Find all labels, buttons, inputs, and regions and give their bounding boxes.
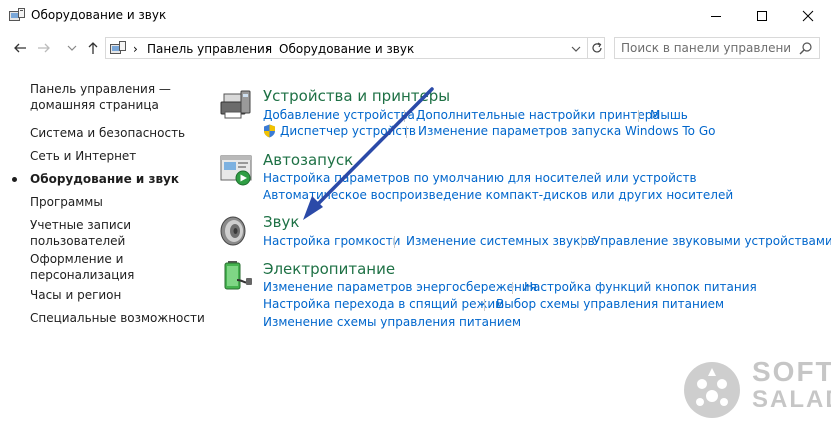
sidebar-accounts-line2: пользователей bbox=[30, 234, 126, 248]
link-mouse[interactable]: Мышь bbox=[650, 108, 688, 122]
recent-locations-button[interactable] bbox=[63, 39, 81, 57]
link-separator bbox=[638, 110, 639, 122]
link-separator bbox=[581, 236, 582, 248]
link-adjust-volume[interactable]: Настройка громкости bbox=[263, 234, 400, 248]
search-icon[interactable] bbox=[799, 42, 812, 55]
link-autoplay-discs[interactable]: Автоматическое воспроизведение компакт-д… bbox=[263, 188, 733, 202]
up-button[interactable] bbox=[84, 39, 102, 57]
title-bar: Оборудование и звук bbox=[0, 0, 831, 31]
link-autoplay-defaults[interactable]: Настройка параметров по умолчанию для но… bbox=[263, 171, 697, 185]
link-separator bbox=[394, 236, 395, 248]
sidebar-item-security[interactable]: Система и безопасность bbox=[30, 125, 185, 141]
arrow-left-icon bbox=[14, 43, 26, 53]
breadcrumb-separator-2[interactable]: › bbox=[265, 42, 270, 56]
watermark-soft: SOFT bbox=[752, 356, 831, 387]
sidebar-item-clock-region[interactable]: Часы и регион bbox=[30, 287, 121, 303]
link-printer-settings[interactable]: Дополнительные настройки принтера bbox=[416, 108, 660, 122]
sidebar-item-programs[interactable]: Программы bbox=[30, 194, 103, 210]
refresh-icon[interactable] bbox=[590, 41, 604, 55]
autoplay-icon[interactable] bbox=[219, 153, 253, 187]
search-input[interactable] bbox=[621, 40, 791, 56]
link-windows-to-go[interactable]: Изменение параметров запуска Windows To … bbox=[418, 124, 715, 138]
link-system-sounds[interactable]: Изменение системных звуков bbox=[406, 234, 595, 248]
category-devices-title[interactable]: Устройства и принтеры bbox=[263, 87, 450, 105]
arrow-right-icon bbox=[38, 43, 50, 53]
softsalad-logo-icon bbox=[684, 362, 740, 418]
sidebar-item-appearance[interactable]: Оформление и персонализация bbox=[30, 251, 134, 283]
control-panel-icon bbox=[9, 8, 25, 21]
sidebar-item-network[interactable]: Сеть и Интернет bbox=[30, 148, 136, 164]
address-bar[interactable]: › Панель управления › Оборудование и зву… bbox=[105, 37, 605, 59]
sidebar-accounts-line1: Учетные записи bbox=[30, 218, 132, 232]
close-icon bbox=[802, 10, 814, 21]
forward-button[interactable] bbox=[35, 39, 53, 57]
link-edit-power-plan[interactable]: Изменение схемы управления питанием bbox=[263, 315, 521, 329]
watermark-salad: SALAD bbox=[752, 386, 831, 413]
link-sleep-settings[interactable]: Настройка перехода в спящий режим bbox=[263, 297, 504, 311]
sidebar-item-accounts[interactable]: Учетные записи пользователей bbox=[30, 217, 131, 249]
sidebar-home-link[interactable]: Панель управления — домашняя страница bbox=[30, 81, 171, 113]
power-options-icon[interactable] bbox=[219, 258, 253, 292]
category-autoplay-title[interactable]: Автозапуск bbox=[263, 151, 353, 169]
link-device-manager[interactable]: Диспетчер устройств bbox=[280, 124, 416, 138]
softsalad-watermark: SOFT SALAD bbox=[672, 350, 831, 420]
arrow-up-icon bbox=[88, 42, 98, 54]
sidebar-home-line2: домашняя страница bbox=[30, 98, 159, 112]
link-choose-power-plan[interactable]: Выбор схемы управления питанием bbox=[496, 297, 724, 311]
chevron-down-icon bbox=[67, 45, 77, 51]
search-box[interactable] bbox=[614, 37, 820, 59]
sidebar-home-line1: Панель управления — bbox=[30, 82, 171, 96]
speaker-icon[interactable] bbox=[219, 214, 253, 248]
maximize-icon bbox=[757, 10, 767, 21]
window-title: Оборудование и звук bbox=[31, 8, 167, 22]
address-divider bbox=[587, 38, 588, 58]
sidebar-item-accessibility[interactable]: Специальные возможности bbox=[30, 310, 205, 326]
address-dropdown-icon[interactable] bbox=[571, 44, 581, 54]
breadcrumb-control-panel[interactable]: Панель управления bbox=[147, 42, 272, 56]
category-sound-title[interactable]: Звук bbox=[263, 213, 299, 231]
link-separator bbox=[484, 299, 485, 311]
link-sound-devices[interactable]: Управление звуковыми устройствами bbox=[593, 234, 831, 248]
sidebar-appearance-line1: Оформление и bbox=[30, 252, 124, 266]
link-separator bbox=[512, 282, 513, 294]
current-page-bullet bbox=[12, 177, 17, 182]
back-button[interactable] bbox=[11, 39, 29, 57]
control-panel-small-icon bbox=[110, 41, 126, 54]
maximize-button[interactable] bbox=[739, 0, 785, 31]
minimize-button[interactable] bbox=[693, 0, 739, 31]
printer-icon[interactable] bbox=[219, 88, 253, 122]
minimize-icon bbox=[711, 15, 721, 17]
link-power-saving[interactable]: Изменение параметров энергосбережения bbox=[263, 280, 537, 294]
breadcrumb-hardware-sound[interactable]: Оборудование и звук bbox=[279, 42, 414, 56]
sidebar-appearance-line2: персонализация bbox=[30, 268, 135, 282]
close-button[interactable] bbox=[785, 0, 831, 31]
breadcrumb-separator[interactable]: › bbox=[133, 42, 138, 56]
link-separator bbox=[406, 126, 407, 138]
link-power-buttons[interactable]: Настройка функций кнопок питания bbox=[524, 280, 757, 294]
shield-icon bbox=[264, 124, 275, 138]
link-separator bbox=[404, 110, 405, 122]
sidebar-item-hardware-sound: Оборудование и звук bbox=[30, 172, 179, 186]
link-add-device[interactable]: Добавление устройства bbox=[263, 108, 415, 122]
category-power-title[interactable]: Электропитание bbox=[263, 260, 395, 278]
